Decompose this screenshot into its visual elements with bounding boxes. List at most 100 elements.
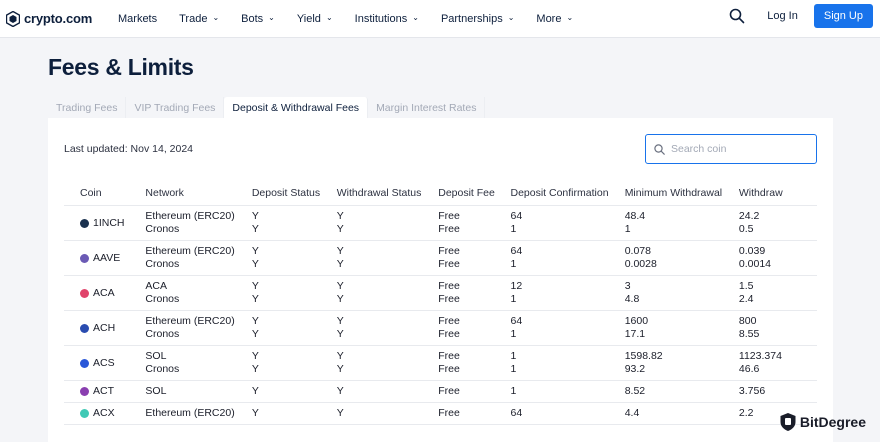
deposit-confirmation-value: 64 [510,245,523,257]
withdrawal-status-value: Y [336,293,344,305]
column-header: Withdraw [738,186,783,199]
coin-cell: ACX [64,407,145,420]
minimum-withdrawal-cell: 1600 17.1 [625,315,739,341]
withdrawal-status-cell: YY [337,315,439,341]
withdrawal-fee-value: 3.756 [738,385,766,397]
table-row[interactable]: AAVE Ethereum (ERC20) Cronos Y Y Y Y Free Free 64… [64,241,817,276]
chevron-down-icon: ⌄ [412,13,419,22]
coin-search-box[interactable] [645,134,817,164]
deposit-status-value: Y [251,363,259,375]
bitdegree-watermark: BitDegree [779,412,866,432]
minimum-withdrawal-cell: 3 4.8 [625,280,739,306]
column-header: Deposit Fee [438,186,495,199]
minimum-withdrawal-cell: 4.4 [625,407,739,420]
column-header: Network [145,186,184,199]
nav-item-trade[interactable]: Trade ⌄ [179,13,219,25]
watermark-text: BitDegree [799,414,866,430]
nav-item-label: Trade [179,12,208,25]
deposit-status-value: Y [251,328,259,340]
deposit-status-value: Y [251,385,259,397]
deposit-fee-cell: Free [438,385,510,398]
deposit-fee-cell: Free Free [438,280,510,306]
deposit-fee-value: Free [438,258,460,270]
tab-trading-fees[interactable]: Trading Fees [48,97,127,118]
deposit-status-value: Y [251,280,259,292]
withdrawal-status-cell: YY [337,350,439,376]
deposit-confirmation-value: 1 [510,363,517,375]
column-header: Withdrawal Status [336,186,422,199]
withdrawal-status-value: Y [336,258,344,270]
table-row[interactable]: ACT SOL Y Y Free 1 8.52 3.756 [64,381,817,403]
table-row[interactable]: ACH Ethereum (ERC20) Cronos Y Y Y Y Free Free 64 1… [64,311,817,346]
deposit-status-cell: YY [252,245,337,271]
coin-symbol: 1INCH [93,216,125,229]
coin-icon [80,218,89,228]
network-cell: Ethereum (ERC20) Cronos [145,315,251,341]
crypto-logo-icon [6,10,20,27]
table-row[interactable]: 1INCH Ethereum (ERC20) Cronos Y Y Y Y Free Free 6… [64,206,817,241]
withdrawal-fee-value: 1123.374 [738,350,782,362]
tab-vip-trading-fees[interactable]: VIP Trading Fees [126,97,225,118]
network-value: Cronos [145,328,180,340]
withdrawal-fee-value: 8.55 [738,328,760,340]
network-cell: SOL [145,385,251,398]
nav-item-bots[interactable]: Bots ⌄ [241,13,275,25]
withdrawal-status-value: Y [336,280,344,292]
deposit-status-cell: Y [252,407,337,420]
nav-item-markets[interactable]: Markets [118,13,157,25]
coin-icon [80,253,89,263]
network-cell: ACA Cronos [145,280,251,306]
fees-card: Last updated: Nov 14, 2024 Coin Network De… [48,118,833,442]
deposit-confirmation-cell: 64 1 [510,315,624,341]
login-link[interactable]: Log In [767,10,798,22]
deposit-fee-cell: Free Free [438,210,510,236]
signup-button[interactable]: Sign Up [813,4,873,28]
deposit-status-cell: YY [252,210,337,236]
withdrawal-fee-cell: 800 8.55 [739,315,817,341]
tab-margin-interest-rates[interactable]: Margin Interest Rates [368,97,486,118]
withdrawal-fee-value: 0.039 [738,245,766,257]
network-cell: Ethereum (ERC20) Cronos [145,210,251,236]
deposit-status-value: Y [251,245,259,257]
deposit-fee-value: Free [438,385,460,397]
nav-item-label: More [536,12,562,25]
network-cell: Ethereum (ERC20) [145,407,251,420]
search-icon[interactable] [729,8,745,24]
coin-symbol: ACT [93,385,114,397]
nav-item-partnerships[interactable]: Partnerships ⌄ [441,13,514,25]
chevron-down-icon: ⌄ [268,13,275,22]
column-header: Deposit Status [251,186,321,199]
table-row[interactable]: ACS SOL Cronos Y Y Y Y Free Free 1 1 1598.82 93.2 112… [64,346,817,381]
withdrawal-fee-cell: 0.039 0.0014 [739,245,817,271]
network-value: Cronos [145,258,180,270]
coin-cell: ACS [64,350,145,376]
deposit-confirmation-value: 64 [510,210,523,222]
column-header: Minimum Withdrawal [624,186,723,199]
nav-item-yield[interactable]: Yield ⌄ [297,13,333,25]
chevron-down-icon: ⌄ [325,13,333,22]
brand-logo[interactable]: crypto.com [6,10,106,27]
nav-item-more[interactable]: More ⌄ [536,13,573,25]
withdrawal-fee-cell: 3.756 [739,385,817,398]
deposit-confirmation-cell: 64 [510,407,624,420]
withdrawal-fee-value: 24.2 [738,210,760,222]
deposit-confirmation-value: 12 [510,280,523,292]
table-row[interactable]: ACX Ethereum (ERC20) Y Y Free 64 4.4 2.2 [64,403,817,425]
coin-search-input[interactable] [671,143,801,155]
deposit-status-value: Y [251,223,259,235]
deposit-confirmation-cell: 11 [510,350,624,376]
network-cell: SOL Cronos [145,350,251,376]
deposit-confirmation-value: 1 [510,223,517,235]
deposit-fee-value: Free [438,328,460,340]
tab-deposit-withdrawal-fees[interactable]: Deposit & Withdrawal Fees [224,97,369,118]
brand-name: crypto.com [24,11,93,26]
table-body: 1INCH Ethereum (ERC20) Cronos Y Y Y Y Free Free 6… [64,206,817,425]
table-row[interactable]: ACA ACA Cronos Y Y Y Y Free Free 12 1 3 4.8 1.5 2.4 [64,276,817,311]
deposit-confirmation-value: 1 [510,258,517,270]
minimum-withdrawal-value: 0.078 [624,245,651,257]
nav-item-institutions[interactable]: Institutions ⌄ [355,13,419,25]
deposit-fee-value: Free [438,280,460,292]
minimum-withdrawal-value: 4.8 [624,293,640,305]
deposit-fee-cell: Free Free [438,315,510,341]
minimum-withdrawal-value: 4.4 [624,407,640,419]
